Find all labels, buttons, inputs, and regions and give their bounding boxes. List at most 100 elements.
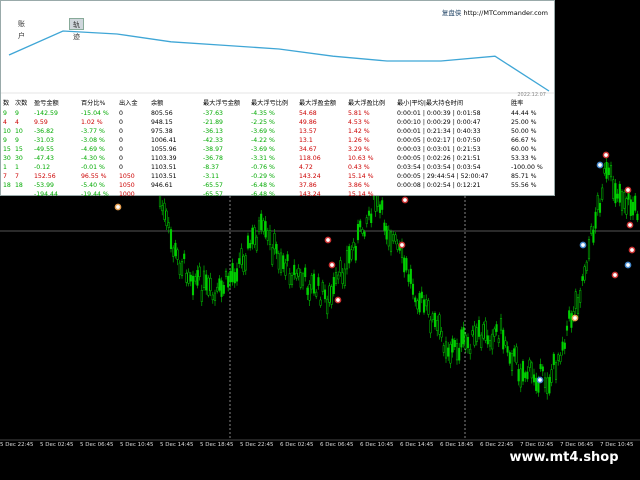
table-cell: 0 (119, 128, 123, 135)
equity-date: 2022.12.07 (517, 92, 546, 98)
table-cell: 18 (15, 182, 23, 189)
candle-body (466, 337, 470, 349)
candle-body (262, 220, 265, 232)
table-cell: 9.59 (34, 119, 48, 126)
candle-body (592, 229, 595, 243)
table-cell: 60.00 % (511, 146, 537, 153)
equity-line (8, 30, 550, 92)
table-cell: -100.00 % (511, 164, 543, 171)
candle-body (568, 310, 571, 319)
table-cell: -42.33 (203, 137, 223, 144)
candle-body (409, 268, 412, 284)
candle-body (299, 272, 302, 288)
candle-body (306, 287, 309, 295)
table-cell: 1000 (119, 191, 135, 198)
candle-body (521, 361, 525, 382)
candle-body (202, 270, 206, 288)
table-cell: 0 (119, 110, 123, 117)
candle-body (550, 369, 553, 383)
candle-body (436, 320, 439, 331)
header-cell: 出入金 (119, 100, 138, 107)
candle-body (363, 231, 366, 237)
trade-marker (579, 241, 587, 249)
trade-marker (596, 161, 604, 169)
candle-body (216, 286, 219, 292)
candle-body (475, 327, 478, 342)
trade-marker (624, 186, 632, 194)
table-cell: 805.56 (151, 110, 173, 117)
candle-body (174, 242, 177, 257)
x-axis-label: 5 Dec 22:45 (240, 442, 274, 448)
candle-body (224, 270, 228, 277)
x-axis-label: 7 Dec 06:45 (560, 442, 594, 448)
candle-body (233, 272, 236, 284)
candle-body (429, 319, 432, 334)
candle-body (596, 195, 599, 211)
candle-body (198, 266, 201, 277)
candle-body (277, 253, 280, 270)
candle-body (392, 234, 395, 242)
table-cell: -3.08 % (81, 137, 105, 144)
table-cell: 1.26 % (348, 137, 370, 144)
candle-body (548, 376, 551, 394)
table-cell: -21.89 (203, 119, 223, 126)
candle-body (627, 193, 630, 200)
candle-body (343, 268, 346, 287)
candle-body (163, 202, 166, 220)
candle-body (605, 161, 608, 179)
table-cell: 3.86 % (348, 182, 370, 189)
candle-body (517, 369, 520, 382)
table-cell: 9 (15, 137, 19, 144)
candle-body (486, 335, 489, 345)
brand-cn: 复盘侠 (441, 9, 462, 17)
candle-body (444, 341, 448, 359)
table-cell: 1050 (119, 182, 135, 189)
candle-body (510, 353, 514, 372)
candle-body (422, 299, 426, 313)
candle-body (447, 347, 450, 357)
table-cell: 0:00:03 | 0:03:01 | 0:21:53 (397, 146, 481, 153)
brand-label[interactable]: 复盘侠 http://MTCommander.com (442, 7, 548, 17)
candle-body (530, 362, 533, 379)
candle-body (414, 297, 417, 303)
table-cell: 0 (119, 146, 123, 153)
candle-body (235, 268, 239, 282)
candle-body (440, 331, 443, 338)
table-cell: 143.24 (299, 191, 321, 198)
candle-body (532, 374, 536, 383)
brand-url[interactable]: http://MTCommander.com (463, 9, 548, 17)
candle-body (189, 274, 192, 282)
candle-body (187, 271, 190, 284)
table-cell: 0:00:05 | 0:02:26 | 0:21:51 (397, 155, 481, 162)
trade-marker (334, 296, 342, 304)
candle-body (165, 210, 168, 226)
trade-marker (114, 203, 122, 211)
table-cell: -3.31 % (251, 155, 275, 162)
candle-body (418, 293, 421, 313)
candle-body (161, 205, 164, 212)
candle-body (381, 200, 384, 210)
candle-body (290, 275, 294, 286)
table-row: 18 18 -53.99 -5.40 % 1050 946.61 -65.57 -6.48 %… (1, 181, 554, 190)
table-cell: 15.14 % (348, 191, 374, 198)
candle-body (167, 222, 170, 228)
candle-body (506, 346, 509, 353)
table-cell: -194.44 (34, 191, 58, 198)
candle-body (367, 210, 371, 216)
candle-body (176, 249, 179, 260)
table-cell: 4.72 (299, 164, 313, 171)
candle-body (616, 193, 619, 199)
table-cell: -65.57 (203, 191, 223, 198)
candle-body (528, 359, 531, 368)
table-cell: 0 (119, 137, 123, 144)
candle-body (629, 199, 632, 216)
candle-body (453, 340, 456, 347)
candle-body (598, 202, 602, 213)
candle-body (266, 230, 269, 241)
table-cell: 0:00:05 | 29:44:54 | 52:00:47 (397, 173, 489, 180)
table-cell: 10.63 % (348, 155, 374, 162)
candle-body (279, 252, 283, 273)
table-cell: 10 (15, 128, 23, 135)
candle-body (282, 255, 285, 269)
candle-body (242, 255, 245, 272)
